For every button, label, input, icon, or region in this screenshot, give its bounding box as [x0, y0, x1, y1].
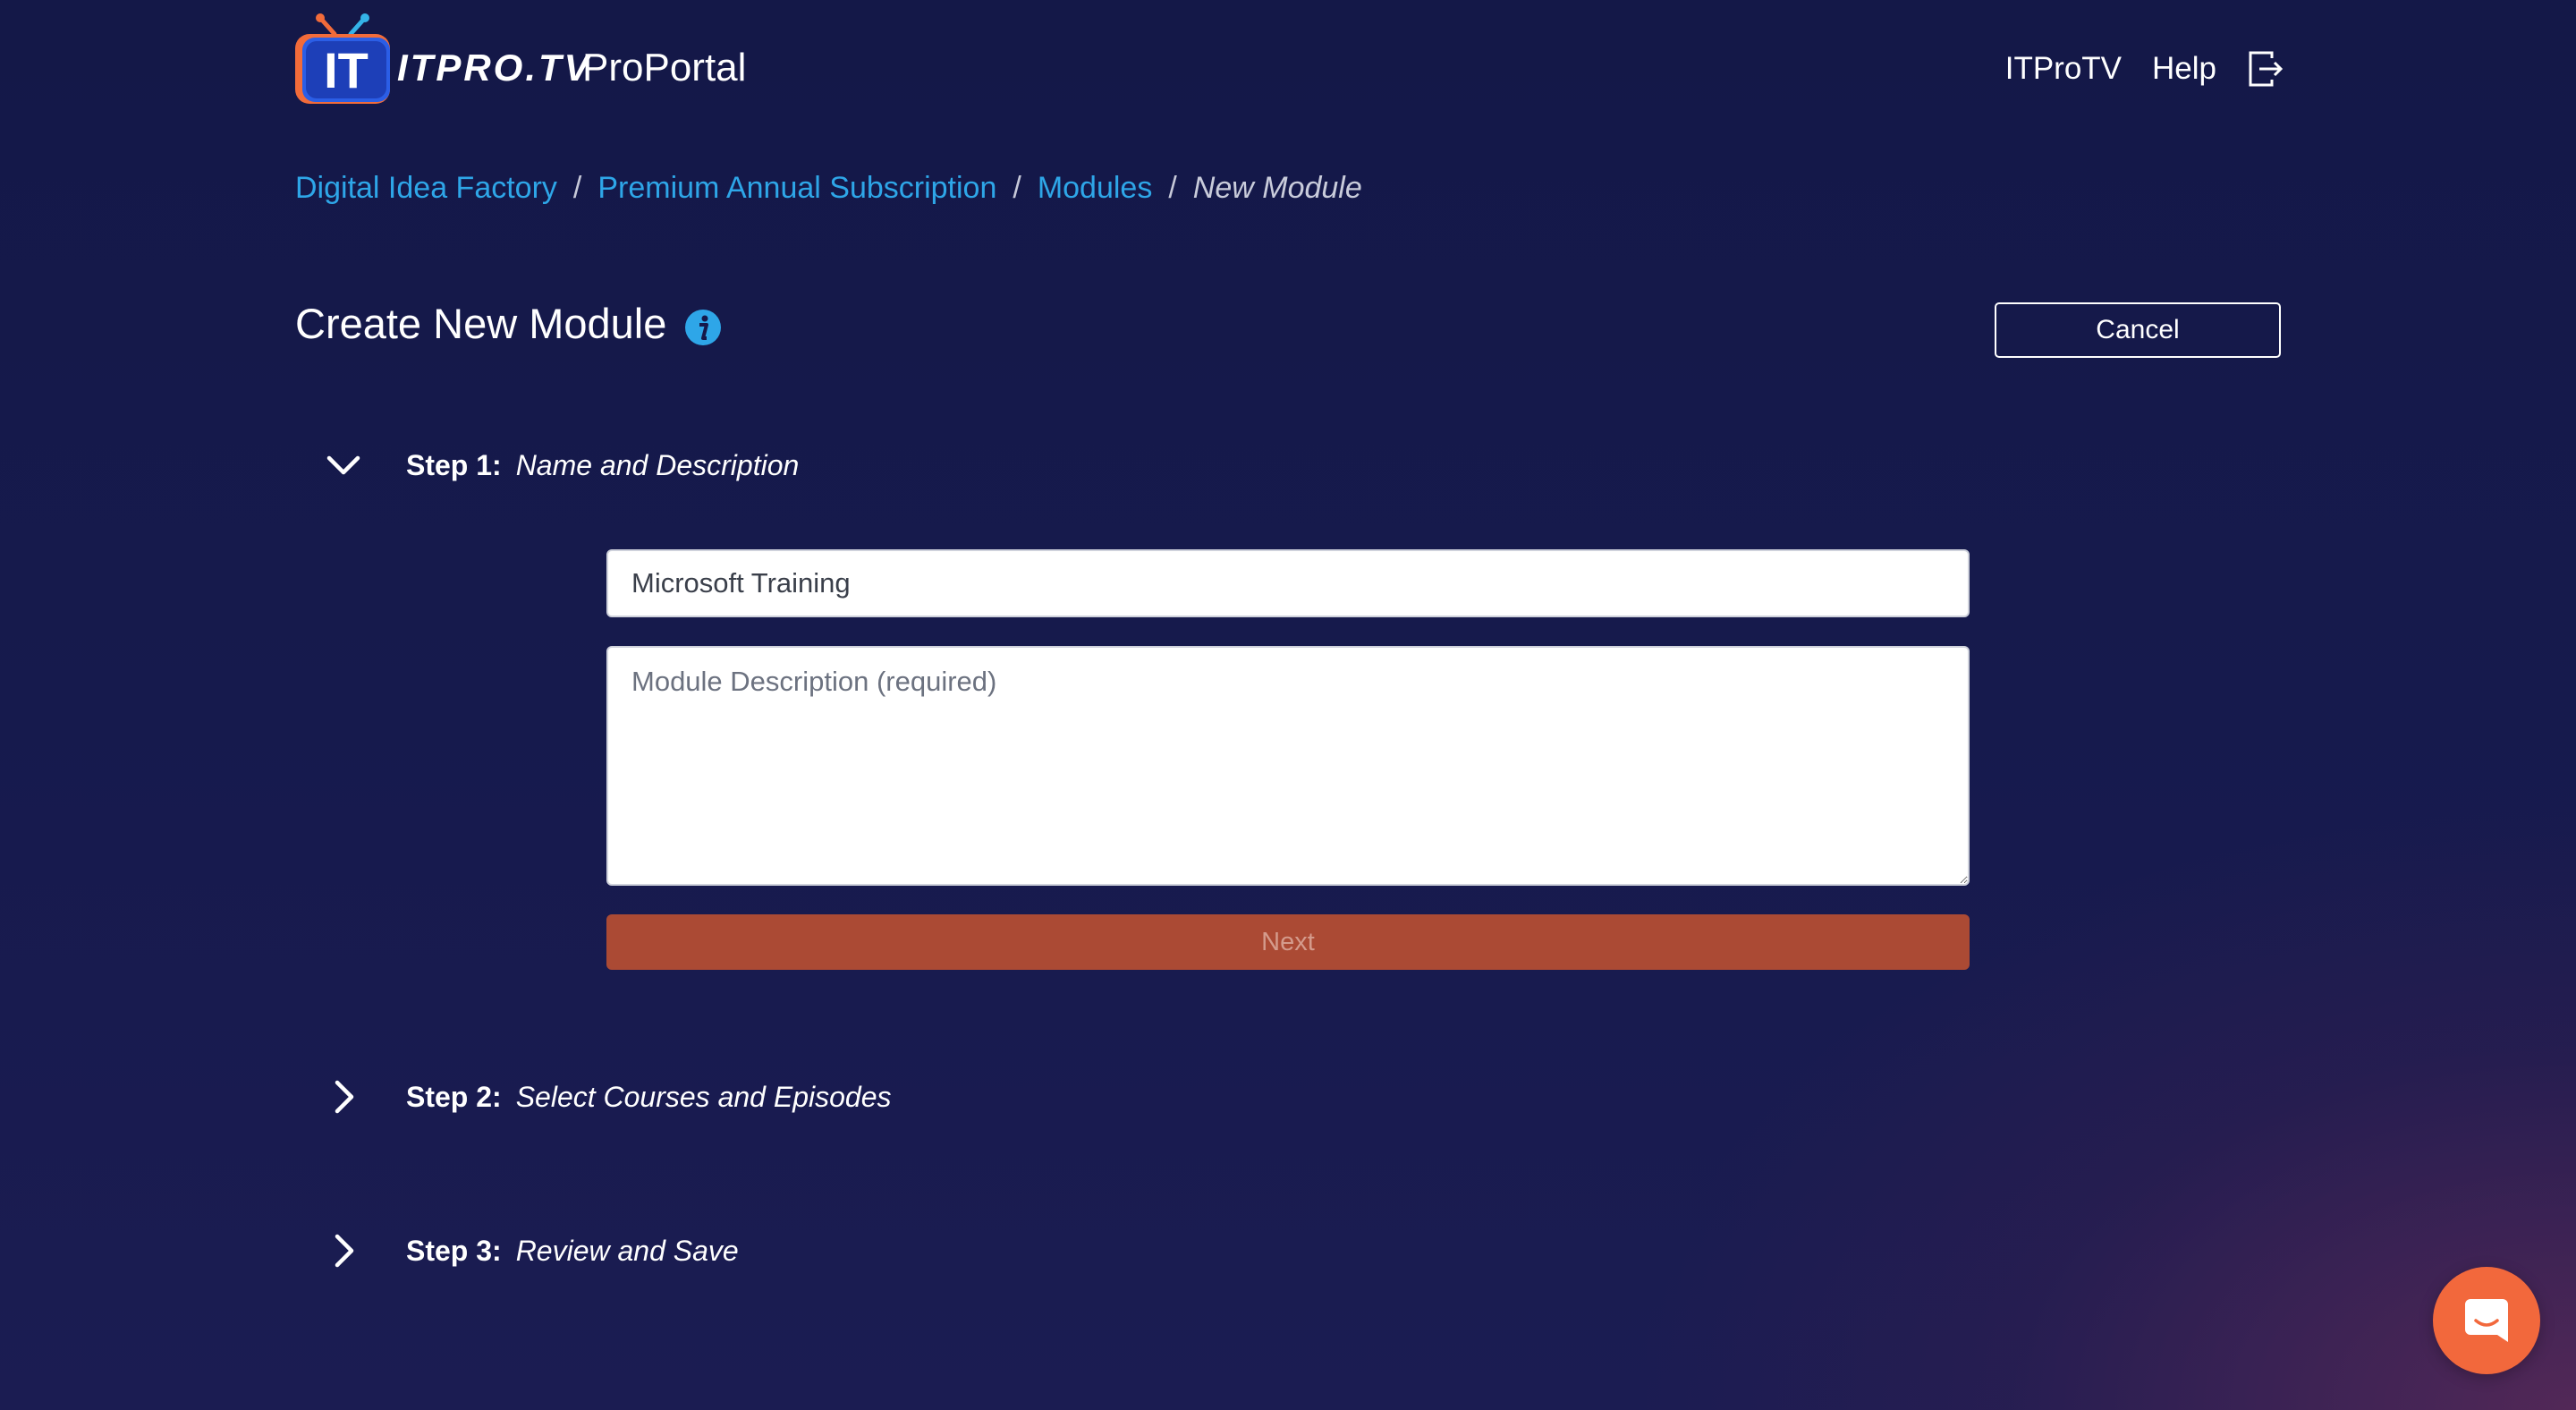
step-title: Select Courses and Episodes [515, 1080, 892, 1113]
nav-link-itprotv[interactable]: ITProTV [2005, 51, 2122, 87]
chat-bubble-icon [2465, 1299, 2508, 1342]
breadcrumb-link-modules[interactable]: Modules [1038, 168, 1153, 208]
breadcrumb: Digital Idea Factory / Premium Annual Su… [295, 168, 1362, 208]
chevron-right-icon [335, 1234, 354, 1268]
breadcrumb-separator: / [572, 171, 582, 205]
breadcrumb-separator: / [1168, 171, 1177, 205]
step-title: Name and Description [515, 448, 800, 481]
step-number: Step 2: [406, 1080, 502, 1113]
info-icon[interactable] [684, 309, 722, 346]
chat-launcher-button[interactable] [2433, 1267, 2540, 1374]
step-number: Step 1: [406, 448, 502, 481]
step-number: Step 3: [406, 1234, 502, 1267]
cancel-button[interactable]: Cancel [1995, 302, 2281, 358]
step-3-header[interactable]: Step 3: Review and Save [324, 1231, 739, 1270]
brand-wordmark: ITPRO.TV [397, 47, 592, 89]
breadcrumb-link-digital-idea-factory[interactable]: Digital Idea Factory [295, 168, 557, 208]
module-description-textarea[interactable] [606, 646, 1970, 886]
breadcrumb-separator: / [1013, 171, 1021, 205]
step-2-header[interactable]: Step 2: Select Courses and Episodes [324, 1077, 891, 1117]
top-nav: ITProTV Help [2005, 45, 2284, 93]
chevron-right-icon [335, 1080, 354, 1114]
module-name-input[interactable] [606, 549, 1970, 617]
logout-icon[interactable] [2247, 49, 2284, 89]
breadcrumb-current-page: New Module [1192, 171, 1362, 205]
svg-text:IT: IT [324, 42, 369, 98]
breadcrumb-link-premium-annual-subscription[interactable]: Premium Annual Subscription [597, 168, 996, 208]
step-1-header[interactable]: Step 1: Name and Description [324, 446, 799, 485]
step-title: Review and Save [515, 1234, 739, 1267]
nav-link-help[interactable]: Help [2152, 51, 2216, 87]
brand-product-name: ProPortal [582, 46, 747, 89]
page-title-row: Create New Module [295, 299, 722, 348]
chevron-down-icon [326, 455, 360, 475]
page-title: Create New Module [295, 300, 667, 347]
next-button[interactable]: Next [606, 914, 1970, 970]
itprotv-tv-logo-icon[interactable]: IT [293, 13, 392, 106]
